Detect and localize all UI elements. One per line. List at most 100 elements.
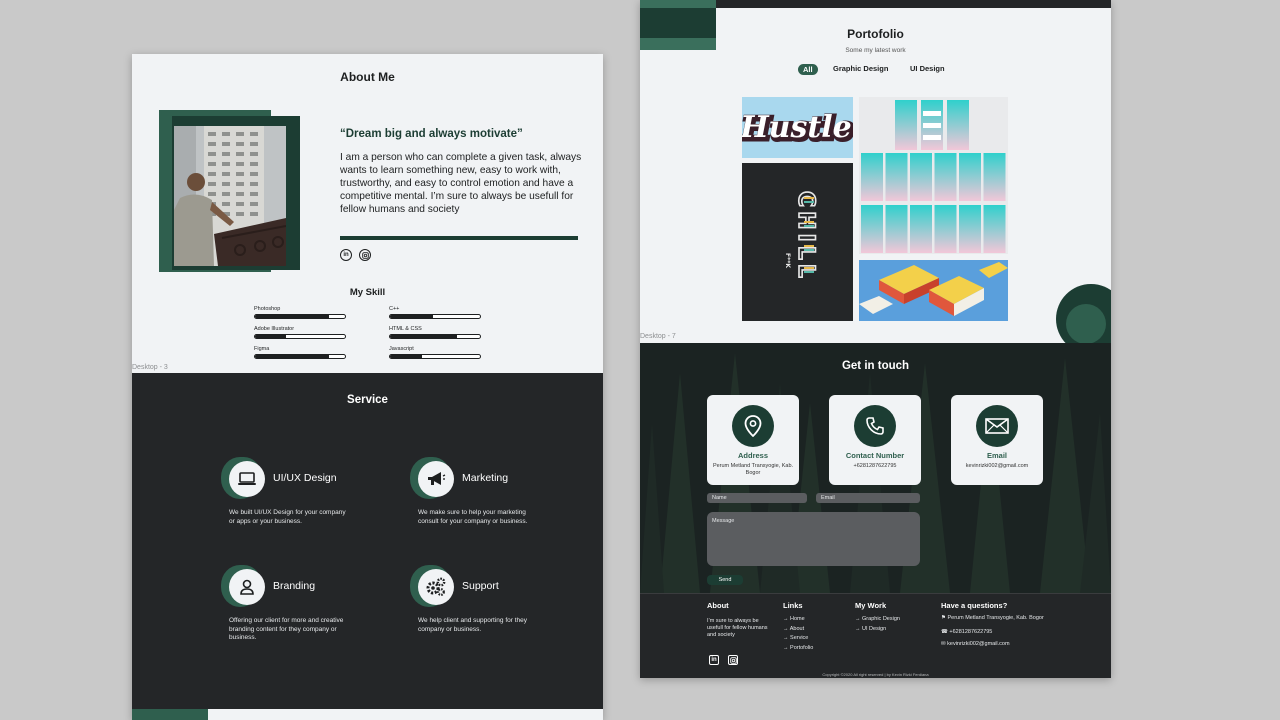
phone-card: Contact Number +6281287622795 <box>829 395 921 485</box>
footer-work-link[interactable]: → Graphic Design <box>855 616 900 623</box>
phone-mockup <box>861 205 883 253</box>
phone-mockup <box>885 205 908 253</box>
footer-address: ⚑ Perum Metland Transyogie, Kab. Bogor <box>941 615 1044 622</box>
portfolio-title: Portofolio <box>847 27 904 41</box>
card-title: Email <box>986 451 1007 460</box>
bio-text: I am a person who can complete a given t… <box>340 152 582 215</box>
desktop-7-artboard: Portofolio Some my latest work All Graph… <box>640 0 1111 678</box>
skill-bar <box>389 354 481 359</box>
service-desc: Offering our client for more and creativ… <box>229 617 344 641</box>
chill-small-text: F**K <box>784 253 791 268</box>
footer-work-label: UI Design <box>862 625 887 632</box>
address-card: Address Perum Metland Transyogie, Kab. B… <box>707 395 799 485</box>
service-name: UI/UX Design <box>273 472 337 484</box>
skill-bar <box>254 314 346 319</box>
user-icon <box>229 569 265 605</box>
portfolio-item-app-screens[interactable] <box>859 97 1008 254</box>
linkedin-icon[interactable]: in <box>340 249 352 261</box>
footer-link[interactable]: → Home <box>783 616 805 623</box>
instagram-icon[interactable] <box>728 655 738 665</box>
contact-title: Get in touch <box>841 360 910 372</box>
skill-item: Photoshop <box>254 306 346 319</box>
service-desc: We make sure to help your marketing cons… <box>418 509 528 525</box>
footer-email-text: kevinrizki002@gmail.com <box>947 641 1010 647</box>
footer-questions-head: Have a questions? <box>941 601 1008 610</box>
hustle-text: Hustle <box>742 110 852 145</box>
skill-item: C++ <box>389 306 481 319</box>
footer-work-label: Graphic Design <box>862 616 900 622</box>
service-title: Service <box>347 394 388 406</box>
skill-bar <box>254 334 346 339</box>
phone-mockup <box>983 153 1006 201</box>
filter-ui-design[interactable]: UI Design <box>910 64 945 73</box>
portfolio-item-hustle[interactable]: Hustle Hustle <box>742 97 853 158</box>
skill-bar-fill <box>390 335 457 338</box>
decor-blob-light <box>1066 304 1106 344</box>
instagram-icon[interactable] <box>359 249 371 261</box>
footer: About I’m sure to always be usefull for … <box>640 593 1111 678</box>
card-value: +6281287622795 <box>853 463 897 469</box>
location-pin-icon <box>732 405 774 447</box>
footer-links-head: Links <box>783 601 803 610</box>
service-desc: We help client and supporting for they c… <box>418 617 528 633</box>
message-field[interactable]: Message <box>707 512 920 566</box>
footer-link-label: Service <box>790 635 809 641</box>
gears-icon <box>418 569 454 605</box>
mockup-row <box>923 111 941 116</box>
phone-mockup <box>959 153 981 201</box>
email-field[interactable]: Email <box>816 493 920 503</box>
skill-bar <box>254 354 346 359</box>
portfolio-item-chill[interactable]: CHILL F**K <box>742 163 853 321</box>
filter-graphic-design[interactable]: Graphic Design <box>833 64 888 73</box>
skill-item: HTML & CSS <box>389 326 481 339</box>
skill-bar-fill <box>390 315 434 318</box>
service-name: Support <box>462 580 499 592</box>
phone-mockup <box>947 100 969 150</box>
footer-work-head: My Work <box>855 601 887 610</box>
filter-all[interactable]: All <box>798 64 818 75</box>
card-value: kevinrizki002@gmail.com <box>965 463 1029 469</box>
footer-link[interactable]: → Service <box>783 635 808 642</box>
phone-icon: ☎ <box>941 629 948 635</box>
skill-item: Javascript <box>389 346 481 359</box>
footer-link[interactable]: → Portofolio <box>783 645 813 652</box>
send-button[interactable]: Send <box>707 575 743 585</box>
arrow-right-icon: → <box>783 644 791 651</box>
about-title: About Me <box>340 70 395 84</box>
skill-name: HTML & CSS <box>389 326 422 332</box>
service-name: Branding <box>273 580 316 592</box>
service-desc: We built UI/UX Design for your company o… <box>229 509 346 525</box>
skill-item: Adobe Illustrator <box>254 326 346 339</box>
arrow-right-icon: → <box>783 616 791 622</box>
phone-mockup <box>934 153 957 201</box>
phone-mockup <box>910 205 932 253</box>
skill-bar <box>389 314 481 319</box>
footer-phone-text: +6281287622795 <box>949 629 993 635</box>
skill-name: Javascript <box>389 346 414 352</box>
footer-work-link[interactable]: → UI Design <box>855 626 886 633</box>
mail-icon <box>976 405 1018 447</box>
next-section-accent <box>132 709 208 720</box>
footer-link-label: About <box>789 625 805 632</box>
footer-about-head: About <box>707 601 729 610</box>
skill-bar-fill <box>255 355 329 358</box>
desktop-3-artboard: About Me “Dream big and always motivate”… <box>132 54 603 720</box>
skill-bar-fill <box>255 315 329 318</box>
footer-email[interactable]: ✉ kevinrizki002@gmail.com <box>941 641 1010 648</box>
megaphone-icon <box>418 461 454 497</box>
phone-mockup <box>983 205 1006 253</box>
service-name: Marketing <box>462 472 509 484</box>
footer-link-label: Portofolio <box>790 644 814 651</box>
linkedin-icon[interactable]: in <box>709 655 719 665</box>
phone-mockup <box>861 153 883 201</box>
phone-mockup <box>895 100 917 150</box>
skill-name: Photoshop <box>254 306 281 312</box>
frame-label-desktop-3: Desktop - 3 <box>132 364 168 371</box>
mail-icon: ✉ <box>941 641 946 647</box>
phone-mockup <box>934 205 957 253</box>
bio-divider <box>340 236 578 240</box>
footer-link[interactable]: → About <box>783 626 804 633</box>
portfolio-item-isometric[interactable] <box>859 260 1008 321</box>
name-field[interactable]: Name <box>707 493 807 503</box>
card-title: Address <box>737 451 768 460</box>
